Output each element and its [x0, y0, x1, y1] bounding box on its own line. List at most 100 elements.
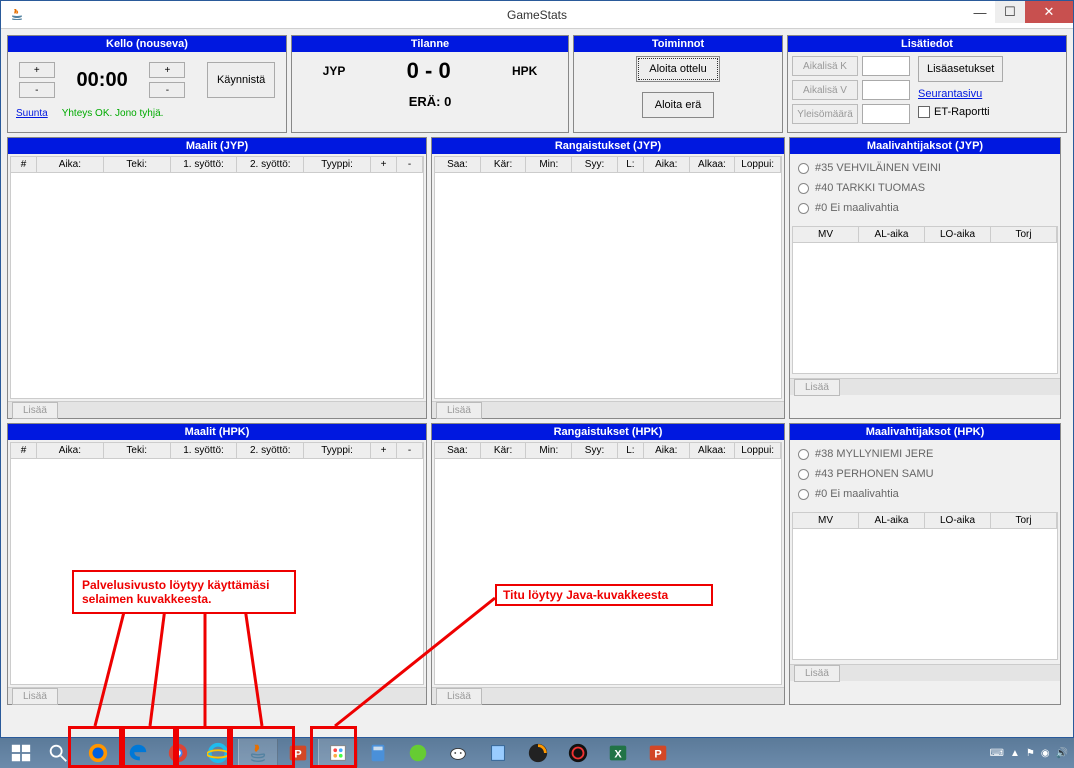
maximize-button[interactable]: ☐	[995, 1, 1025, 23]
col-kar-h: Kär:	[481, 443, 527, 458]
penalties-jyp-header: Rangaistukset (JYP)	[432, 138, 784, 154]
tray-network-icon[interactable]: ◉	[1041, 748, 1050, 759]
goalie-jyp-radio-2[interactable]	[798, 203, 809, 214]
taskbar-app-green-icon[interactable]	[398, 739, 438, 767]
et-report-checkbox[interactable]	[918, 106, 930, 118]
col-al: AL-aika	[859, 227, 925, 242]
penalties-jyp-panel: Rangaistukset (JYP) Saa: Kär: Min: Syy: …	[431, 137, 785, 419]
col-time-h: Aika:	[37, 443, 104, 458]
attendance-button[interactable]: Yleisömäärä	[792, 104, 858, 124]
taskbar-excel-icon[interactable]: X	[598, 739, 638, 767]
col-num: #	[11, 157, 37, 172]
taskbar-powerpoint2-icon[interactable]: P	[638, 739, 678, 767]
tray-keyboard-icon[interactable]: ⌨	[990, 748, 1004, 759]
annotation-browser: Palvelusivusto löytyy käyttämäsi selaime…	[72, 570, 296, 614]
tracking-link[interactable]: Seurantasivu	[918, 88, 1003, 100]
col-num-h: #	[11, 443, 37, 458]
goals-jyp-add-button[interactable]: Lisää	[12, 402, 58, 419]
goals-hpk-columns: # Aika: Teki: 1. syöttö: 2. syöttö: Tyyp…	[11, 443, 423, 459]
col-al-h: AL-aika	[859, 513, 925, 528]
highlight-java	[310, 726, 357, 768]
col-minus: -	[397, 157, 423, 172]
col-scorer: Teki:	[104, 157, 171, 172]
goalie-jyp-radio-1[interactable]	[798, 183, 809, 194]
clock-plus-right[interactable]: +	[149, 62, 185, 78]
col-torj-h: Torj	[991, 513, 1057, 528]
timeout-away-input[interactable]	[862, 80, 910, 100]
taskbar-notepad-icon[interactable]	[478, 739, 518, 767]
goalie-hpk-radio-0[interactable]	[798, 449, 809, 460]
svg-text:P: P	[654, 749, 661, 761]
goalie-hpk-0: #38 MYLLYNIEMI JERE	[815, 448, 933, 460]
goalie-hpk-radio-2[interactable]	[798, 489, 809, 500]
clock-plus-left[interactable]: +	[19, 62, 55, 78]
goalie-jyp-panel: Maalivahtijaksot (JYP) #35 VEHVILÄINEN V…	[789, 137, 1061, 419]
col-aika-h: Aika:	[644, 443, 690, 458]
goals-hpk-add-button[interactable]: Lisää	[12, 688, 58, 705]
attendance-input[interactable]	[862, 104, 910, 124]
highlight-firefox	[68, 726, 122, 768]
taskbar-app-red-icon[interactable]	[558, 739, 598, 767]
col-l-h: L:	[618, 443, 644, 458]
col-time: Aika:	[37, 157, 104, 172]
col-assist1-h: 1. syöttö:	[171, 443, 238, 458]
taskbar-app-cow-icon[interactable]	[438, 739, 478, 767]
goalie-hpk-add-button[interactable]: Lisää	[794, 665, 840, 682]
timeout-home-input[interactable]	[862, 56, 910, 76]
goalie-hpk-panel: Maalivahtijaksot (HPK) #38 MYLLYNIEMI JE…	[789, 423, 1061, 705]
clock-minus-right[interactable]: -	[149, 82, 185, 98]
window-title: GameStats	[507, 8, 567, 22]
extra-info-panel: Lisätiedot Aikalisä K Aikalisä V Yleisöm…	[787, 35, 1067, 133]
col-plus: +	[371, 157, 397, 172]
penalties-jyp-add-button[interactable]: Lisää	[436, 402, 482, 419]
more-settings-button[interactable]: Lisäasetukset	[918, 56, 1003, 82]
timeout-home-button[interactable]: Aikalisä K	[792, 56, 858, 76]
start-clock-button[interactable]: Käynnistä	[207, 62, 275, 98]
annotation-java: Titu löytyy Java-kuvakkeesta	[495, 584, 713, 606]
penalties-hpk-columns: Saa: Kär: Min: Syy: L: Aika: Alkaa: Lopp…	[435, 443, 781, 459]
minimize-button[interactable]: —	[965, 1, 995, 23]
col-assist2: 2. syöttö:	[237, 157, 304, 172]
col-kar: Kär:	[481, 157, 527, 172]
tray-flag-icon[interactable]: ⚑	[1026, 748, 1035, 759]
col-min: Min:	[526, 157, 572, 172]
goalie-jyp-add-button[interactable]: Lisää	[794, 379, 840, 396]
tray-volume-icon[interactable]: 🔊	[1056, 748, 1068, 759]
col-l: L:	[618, 157, 644, 172]
penalties-hpk-panel: Rangaistukset (HPK) Saa: Kär: Min: Syy: …	[431, 423, 785, 705]
score-panel: Tilanne JYP 0 - 0 HPK ERÄ: 0	[291, 35, 569, 133]
titlebar: GameStats — ☐ ✕	[1, 1, 1073, 29]
col-min-h: Min:	[526, 443, 572, 458]
start-match-button[interactable]: Aloita ottelu	[636, 56, 719, 82]
tray-up-icon[interactable]: ▲	[1010, 748, 1020, 759]
col-lo: LO-aika	[925, 227, 991, 242]
highlight-edge	[122, 726, 176, 768]
start-button[interactable]	[4, 742, 38, 764]
col-saa-h: Saa:	[435, 443, 481, 458]
clock-minus-left[interactable]: -	[19, 82, 55, 98]
goalie-hpk-radio-1[interactable]	[798, 469, 809, 480]
connection-status: Yhteys OK. Jono tyhjä.	[62, 108, 164, 119]
start-period-button[interactable]: Aloita erä	[642, 92, 714, 118]
goalie-jyp-1: #40 TARKKI TUOMAS	[815, 182, 925, 194]
extra-info-header: Lisätiedot	[788, 36, 1066, 52]
close-button[interactable]: ✕	[1025, 1, 1073, 23]
goalie-jyp-radio-0[interactable]	[798, 163, 809, 174]
goalie-jyp-2: #0 Ei maalivahtia	[815, 202, 899, 214]
score-header: Tilanne	[292, 36, 568, 52]
clock-header: Kello (nouseva)	[8, 36, 286, 52]
col-aika: Aika:	[644, 157, 690, 172]
direction-link[interactable]: Suunta	[16, 108, 48, 119]
col-syy-h: Syy:	[572, 443, 618, 458]
goalie-hpk-columns: MV AL-aika LO-aika Torj	[793, 513, 1057, 529]
svg-text:P: P	[294, 749, 301, 761]
clock-panel: Kello (nouseva) + - 00:00 + - Käynnistä …	[7, 35, 287, 133]
highlight-ie	[230, 726, 295, 768]
col-lo-h: LO-aika	[925, 513, 991, 528]
col-minus-h: -	[397, 443, 423, 458]
timeout-away-button[interactable]: Aikalisä V	[792, 80, 858, 100]
goalie-jyp-header: Maalivahtijaksot (JYP)	[790, 138, 1060, 154]
penalties-hpk-add-button[interactable]: Lisää	[436, 688, 482, 705]
taskbar-calculator-icon[interactable]	[358, 739, 398, 767]
taskbar-app-orange-icon[interactable]	[518, 739, 558, 767]
